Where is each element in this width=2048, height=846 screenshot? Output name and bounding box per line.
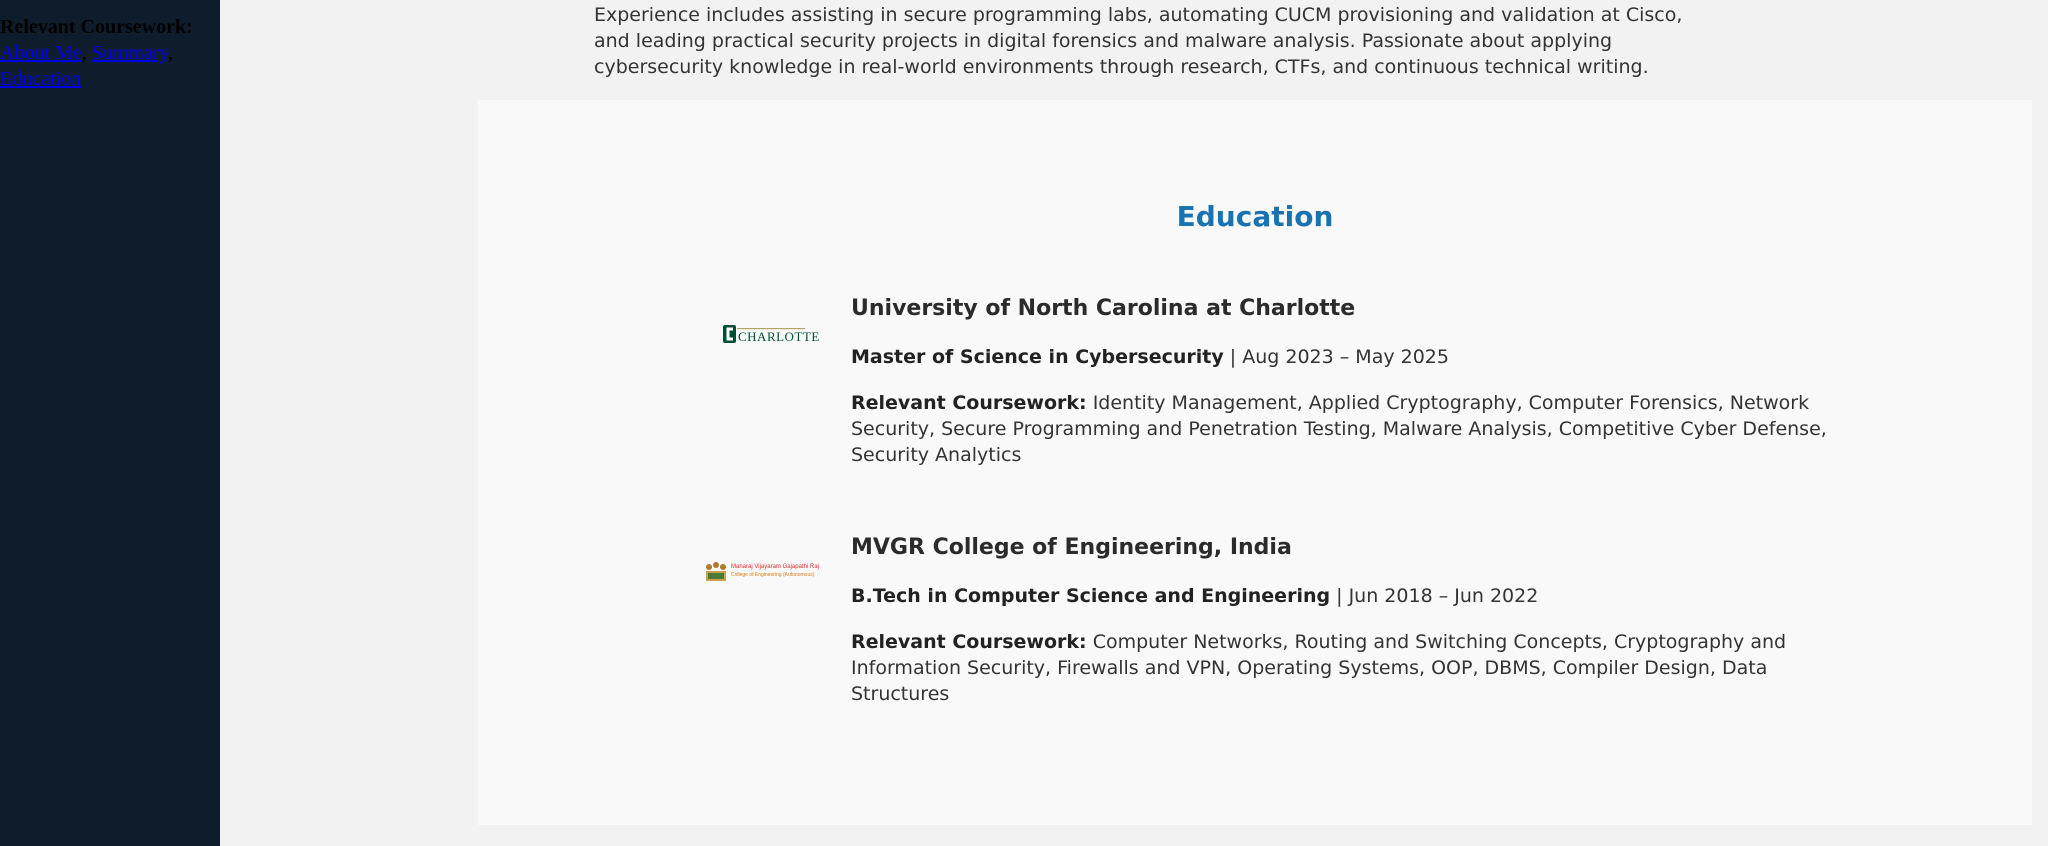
degree-line: B.Tech in Computer Science and Engineeri… — [851, 583, 1538, 609]
degree-name: B.Tech in Computer Science and Engineeri… — [851, 585, 1331, 607]
coursework-line: Relevant Coursework: Computer Networks, … — [851, 629, 1851, 707]
education-title: Education — [1176, 200, 1334, 233]
school-name: MVGR College of Engineering, India — [851, 535, 1292, 560]
sidebar-nav: Relevant Coursework: About Me, Summary, … — [0, 14, 210, 92]
mvgr-emblem-icon — [706, 562, 726, 581]
nav-link-summary[interactable]: Summary — [92, 42, 168, 64]
degree-dates: | Aug 2023 – May 2025 — [1229, 346, 1449, 368]
charlotte-wordmark: CHARLOTTE — [738, 329, 820, 344]
unc-charlotte-logo: CHARLOTTE — [722, 322, 819, 346]
degree-dates: | Jun 2018 – Jun 2022 — [1336, 585, 1539, 607]
mvgr-wordmark-line2: College of Engineering (Autonomous) — [731, 572, 815, 578]
degree-line: Master of Science in Cybersecurity | Aug… — [851, 344, 1449, 370]
nav-link-about-me[interactable]: About Me — [0, 42, 82, 64]
summary-text: Experience includes assisting in secure … — [594, 4, 1683, 78]
mvgr-wordmark-line1: Maharaj Vijayaram Gajapathi Raj — [731, 564, 819, 570]
nav-separator: , — [81, 42, 87, 64]
coursework-line: Relevant Coursework: Identity Management… — [851, 390, 1851, 468]
mvgr-logo: Maharaj Vijayaram Gajapathi Raj College … — [704, 561, 824, 583]
sidebar — [0, 0, 220, 846]
sidebar-heading: Relevant Coursework: — [0, 16, 193, 38]
coursework-label: Relevant Coursework: — [851, 392, 1087, 414]
coursework-label: Relevant Coursework: — [851, 631, 1087, 653]
school-name: University of North Carolina at Charlott… — [851, 296, 1356, 321]
education-section: Education CHARLOTTE University of North … — [478, 100, 2032, 825]
degree-name: Master of Science in Cybersecurity — [851, 346, 1224, 368]
nav-separator: , — [168, 42, 174, 64]
nav-link-education[interactable]: Education — [0, 68, 81, 90]
